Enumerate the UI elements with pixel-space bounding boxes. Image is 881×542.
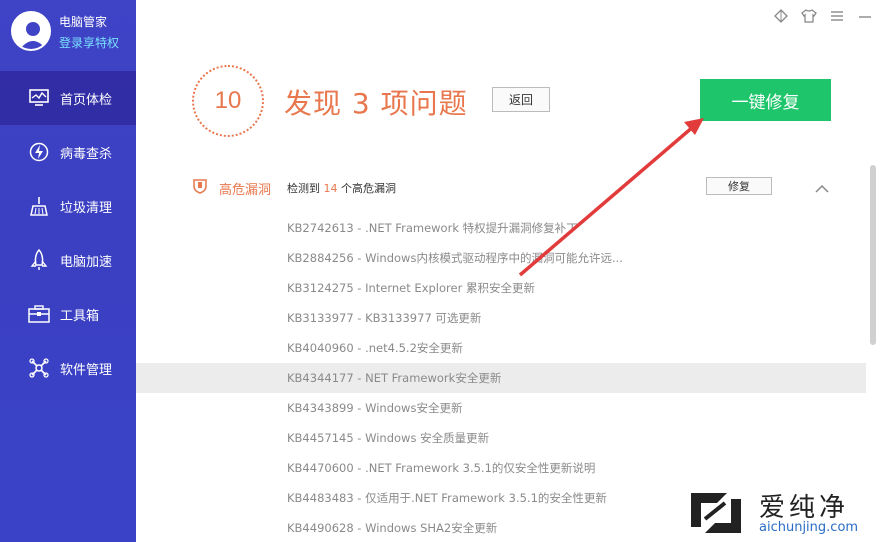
sidebar-item-label: 电脑加速	[60, 254, 113, 270]
list-item[interactable]: KB4470600 - .NET Framework 3.5.1的仅安全性更新说…	[136, 453, 866, 483]
app-name: 电脑管家	[59, 15, 108, 29]
list-item[interactable]: KB4344177 - NET Framework安全更新	[136, 363, 866, 393]
sidebar-item-home-check[interactable]: 首页体检	[0, 71, 136, 125]
login-link[interactable]: 登录享特权	[59, 34, 119, 51]
list-item[interactable]: KB3124275 - Internet Explorer 累积安全更新	[136, 273, 866, 303]
list-item[interactable]: KB4457145 - Windows 安全质量更新	[136, 423, 866, 453]
list-item[interactable]: KB2742613 - .NET Framework 特权提升漏洞修复补丁	[136, 213, 866, 243]
diamond-icon[interactable]	[773, 8, 789, 24]
apps-icon	[28, 357, 50, 379]
list-item[interactable]: KB4343899 - Windows安全更新	[136, 393, 866, 423]
list-item[interactable]: KB4040960 - .net4.5.2安全更新	[136, 333, 866, 363]
sidebar-item-label: 工具箱	[60, 308, 100, 324]
shield-icon	[193, 178, 207, 194]
chevron-up-icon[interactable]	[814, 179, 830, 193]
back-button[interactable]: 返回	[492, 87, 550, 112]
window-controls	[773, 8, 873, 24]
watermark-logo-icon	[687, 489, 745, 537]
lightning-icon	[28, 141, 50, 163]
watermark-url: aichunjing.com	[759, 520, 859, 535]
main-panel: 10 发现 3 项问题 返回 一键修复 高危漏洞 检测到 14 个高危漏洞 修复…	[136, 0, 881, 542]
sidebar-item-toolbox[interactable]: 工具箱	[0, 287, 136, 341]
detect-summary: 检测到 14 个高危漏洞	[287, 180, 396, 196]
fix-button[interactable]: 修复	[706, 177, 772, 195]
sidebar-item-label: 首页体检	[60, 92, 113, 108]
sidebar-header: 电脑管家 登录享特权	[0, 0, 136, 70]
sidebar-item-virus-scan[interactable]: 病毒查杀	[0, 125, 136, 179]
sidebar-item-junk-clean[interactable]: 垃圾清理	[0, 179, 136, 233]
monitor-icon	[28, 87, 50, 109]
result-headline: 发现 3 项问题	[284, 87, 468, 120]
score-circle: 10	[192, 65, 264, 137]
detect-count: 14	[323, 182, 338, 195]
watermark-title: 爱纯净	[759, 493, 850, 523]
menu-icon[interactable]	[829, 8, 845, 24]
sidebar-item-software-manager[interactable]: 软件管理	[0, 341, 136, 395]
sidebar-item-label: 垃圾清理	[60, 200, 113, 216]
rocket-icon	[28, 249, 50, 271]
watermark: 爱纯净 aichunjing.com	[683, 485, 881, 542]
one-click-fix-button[interactable]: 一键修复	[700, 79, 831, 121]
detect-suffix: 个高危漏洞	[337, 182, 396, 195]
section-header[interactable]: 高危漏洞 检测到 14 个高危漏洞 修复	[136, 160, 866, 212]
shirt-icon[interactable]	[801, 8, 817, 24]
minimize-icon[interactable]	[857, 8, 873, 24]
section-title: 高危漏洞	[219, 183, 272, 198]
avatar[interactable]	[11, 11, 51, 51]
sidebar-item-speed-up[interactable]: 电脑加速	[0, 233, 136, 287]
toolbox-icon	[28, 303, 50, 325]
sidebar: 电脑管家 登录享特权 首页体检 病毒查杀 垃圾清理 电脑加速 工具箱 软件管理	[0, 0, 136, 542]
detect-prefix: 检测到	[287, 182, 324, 195]
broom-icon	[28, 195, 50, 217]
scrollbar[interactable]	[870, 165, 876, 345]
list-item[interactable]: KB3133977 - KB3133977 可选更新	[136, 303, 866, 333]
sidebar-item-label: 病毒查杀	[60, 146, 113, 162]
list-item[interactable]: KB2884256 - Windows内核模式驱动程序中的漏洞可能允许远...	[136, 243, 866, 273]
sidebar-item-label: 软件管理	[60, 362, 113, 378]
